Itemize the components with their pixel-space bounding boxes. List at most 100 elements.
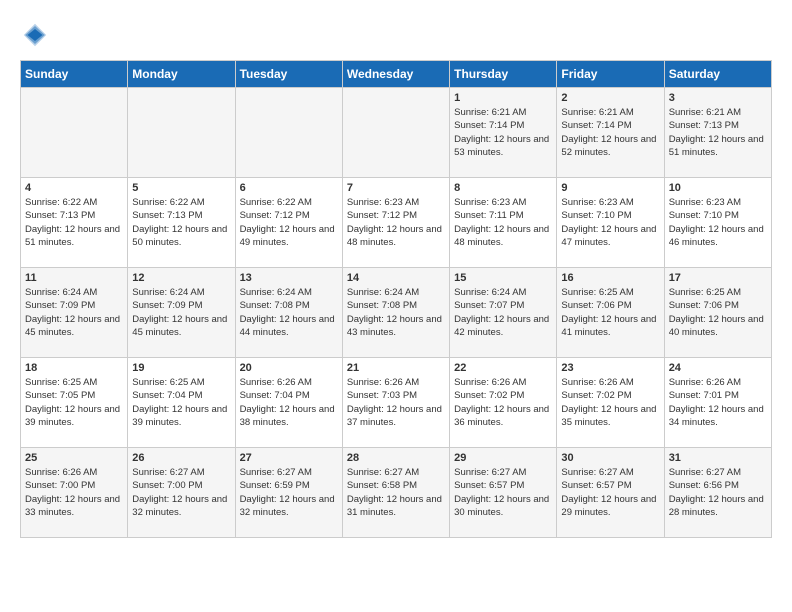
calendar-cell: 30 Sunrise: 6:27 AM Sunset: 6:57 PM Dayli… [557,448,664,538]
calendar-cell: 29 Sunrise: 6:27 AM Sunset: 6:57 PM Dayli… [450,448,557,538]
column-header-tuesday: Tuesday [235,61,342,88]
page-header [20,20,772,50]
day-number: 20 [240,362,338,374]
day-info: Sunrise: 6:25 AM Sunset: 7:06 PM Dayligh… [669,286,767,339]
calendar-cell: 7Sunrise: 6:23 AM Sunset: 7:12 PM Daylig… [342,178,449,268]
day-number: 5 [132,182,230,194]
column-header-thursday: Thursday [450,61,557,88]
day-number: 29 [454,452,552,464]
day-info: Sunrise: 6:26 AM Sunset: 7:04 PM Dayligh… [240,376,338,429]
day-number: 30 [561,452,659,464]
day-number: 4 [25,182,123,194]
calendar-cell [128,88,235,178]
calendar-cell: 4Sunrise: 6:22 AM Sunset: 7:13 PM Daylig… [21,178,128,268]
day-info: Sunrise: 6:24 AM Sunset: 7:09 PM Dayligh… [132,286,230,339]
calendar-cell: 17 Sunrise: 6:25 AM Sunset: 7:06 PM Dayli… [664,268,771,358]
calendar-week-5: 25 Sunrise: 6:26 AM Sunset: 7:00 PM Dayli… [21,448,772,538]
day-info: Sunrise: 6:23 AM Sunset: 7:11 PM Dayligh… [454,196,552,249]
calendar-cell: 5 Sunrise: 6:22 AM Sunset: 7:13 PM Daylig… [128,178,235,268]
column-header-saturday: Saturday [664,61,771,88]
calendar-cell: 11 Sunrise: 6:24 AM Sunset: 7:09 PM Dayli… [21,268,128,358]
calendar-cell: 16 Sunrise: 6:25 AM Sunset: 7:06 PM Dayli… [557,268,664,358]
day-info: Sunrise: 6:23 AM Sunset: 7:10 PM Dayligh… [561,196,659,249]
calendar-cell: 23 Sunrise: 6:26 AM Sunset: 7:02 PM Dayli… [557,358,664,448]
column-header-sunday: Sunday [21,61,128,88]
day-number: 28 [347,452,445,464]
day-info: Sunrise: 6:27 AM Sunset: 6:59 PM Dayligh… [240,466,338,519]
calendar-cell: 26Sunrise: 6:27 AM Sunset: 7:00 PM Dayli… [128,448,235,538]
day-info: Sunrise: 6:24 AM Sunset: 7:07 PM Dayligh… [454,286,552,339]
day-number: 7 [347,182,445,194]
calendar-cell: 8 Sunrise: 6:23 AM Sunset: 7:11 PM Daylig… [450,178,557,268]
calendar-cell: 2 Sunrise: 6:21 AM Sunset: 7:14 PM Daylig… [557,88,664,178]
calendar-week-1: 1 Sunrise: 6:21 AM Sunset: 7:14 PM Daylig… [21,88,772,178]
day-info: Sunrise: 6:26 AM Sunset: 7:02 PM Dayligh… [561,376,659,429]
day-info: Sunrise: 6:27 AM Sunset: 6:56 PM Dayligh… [669,466,767,519]
calendar-week-4: 18 Sunrise: 6:25 AM Sunset: 7:05 PM Dayli… [21,358,772,448]
calendar-week-2: 4 Sunrise: 6:22 AM Sunset: 7:13 PM Daylig… [21,178,772,268]
day-number: 1 [454,92,552,104]
day-info: Sunrise: 6:25 AM Sunset: 7:04 PM Dayligh… [132,376,230,429]
day-info: Sunrise: 6:24 AM Sunset: 7:08 PM Dayligh… [240,286,338,339]
column-header-friday: Friday [557,61,664,88]
day-info: Sunrise: 6:23 AM Sunset: 7:10 PM Dayligh… [669,196,767,249]
day-number: 25 [25,452,123,464]
day-number: 22 [454,362,552,374]
calendar-header-row: SundayMondayTuesdayWednesdayThursdayFrid… [21,61,772,88]
day-number: 18 [25,362,123,374]
calendar-cell: 19 Sunrise: 6:25 AM Sunset: 7:04 PM Dayli… [128,358,235,448]
calendar-week-3: 11 Sunrise: 6:24 AM Sunset: 7:09 PM Dayli… [21,268,772,358]
calendar-cell: 13Sunrise: 6:24 AM Sunset: 7:08 PM Dayli… [235,268,342,358]
day-number: 19 [132,362,230,374]
day-info: Sunrise: 6:22 AM Sunset: 7:12 PM Dayligh… [240,196,338,249]
calendar-cell: 20 Sunrise: 6:26 AM Sunset: 7:04 PM Dayli… [235,358,342,448]
day-number: 14 [347,272,445,284]
day-info: Sunrise: 6:25 AM Sunset: 7:06 PM Dayligh… [561,286,659,339]
calendar-cell: 22 Sunrise: 6:26 AM Sunset: 7:02 PM Dayli… [450,358,557,448]
day-number: 23 [561,362,659,374]
day-number: 11 [25,272,123,284]
day-number: 21 [347,362,445,374]
logo [20,20,56,50]
day-info: Sunrise: 6:21 AM Sunset: 7:14 PM Dayligh… [454,106,552,159]
calendar-cell: 12 Sunrise: 6:24 AM Sunset: 7:09 PM Dayli… [128,268,235,358]
day-number: 15 [454,272,552,284]
calendar-cell [235,88,342,178]
day-info: Sunrise: 6:24 AM Sunset: 7:09 PM Dayligh… [25,286,123,339]
day-number: 12 [132,272,230,284]
calendar-cell: 9Sunrise: 6:23 AM Sunset: 7:10 PM Daylig… [557,178,664,268]
calendar-cell: 21Sunrise: 6:26 AM Sunset: 7:03 PM Dayli… [342,358,449,448]
day-info: Sunrise: 6:26 AM Sunset: 7:01 PM Dayligh… [669,376,767,429]
day-info: Sunrise: 6:26 AM Sunset: 7:00 PM Dayligh… [25,466,123,519]
column-header-wednesday: Wednesday [342,61,449,88]
day-number: 2 [561,92,659,104]
day-number: 6 [240,182,338,194]
day-number: 16 [561,272,659,284]
calendar-table: SundayMondayTuesdayWednesdayThursdayFrid… [20,60,772,538]
calendar-cell: 31Sunrise: 6:27 AM Sunset: 6:56 PM Dayli… [664,448,771,538]
day-info: Sunrise: 6:27 AM Sunset: 7:00 PM Dayligh… [132,466,230,519]
day-number: 3 [669,92,767,104]
day-number: 27 [240,452,338,464]
day-number: 17 [669,272,767,284]
calendar-cell: 25 Sunrise: 6:26 AM Sunset: 7:00 PM Dayli… [21,448,128,538]
calendar-cell [342,88,449,178]
day-number: 10 [669,182,767,194]
calendar-cell: 14 Sunrise: 6:24 AM Sunset: 7:08 PM Dayli… [342,268,449,358]
day-info: Sunrise: 6:27 AM Sunset: 6:57 PM Dayligh… [454,466,552,519]
day-info: Sunrise: 6:26 AM Sunset: 7:02 PM Dayligh… [454,376,552,429]
calendar-cell: 24Sunrise: 6:26 AM Sunset: 7:01 PM Dayli… [664,358,771,448]
column-header-monday: Monday [128,61,235,88]
day-info: Sunrise: 6:27 AM Sunset: 6:57 PM Dayligh… [561,466,659,519]
day-number: 8 [454,182,552,194]
calendar-cell: 1 Sunrise: 6:21 AM Sunset: 7:14 PM Daylig… [450,88,557,178]
calendar-cell: 15 Sunrise: 6:24 AM Sunset: 7:07 PM Dayli… [450,268,557,358]
calendar-cell: 28Sunrise: 6:27 AM Sunset: 6:58 PM Dayli… [342,448,449,538]
calendar-cell: 3Sunrise: 6:21 AM Sunset: 7:13 PM Daylig… [664,88,771,178]
day-info: Sunrise: 6:25 AM Sunset: 7:05 PM Dayligh… [25,376,123,429]
day-info: Sunrise: 6:22 AM Sunset: 7:13 PM Dayligh… [132,196,230,249]
calendar-cell: 18 Sunrise: 6:25 AM Sunset: 7:05 PM Dayli… [21,358,128,448]
day-info: Sunrise: 6:21 AM Sunset: 7:14 PM Dayligh… [561,106,659,159]
day-info: Sunrise: 6:24 AM Sunset: 7:08 PM Dayligh… [347,286,445,339]
logo-icon [20,20,50,50]
